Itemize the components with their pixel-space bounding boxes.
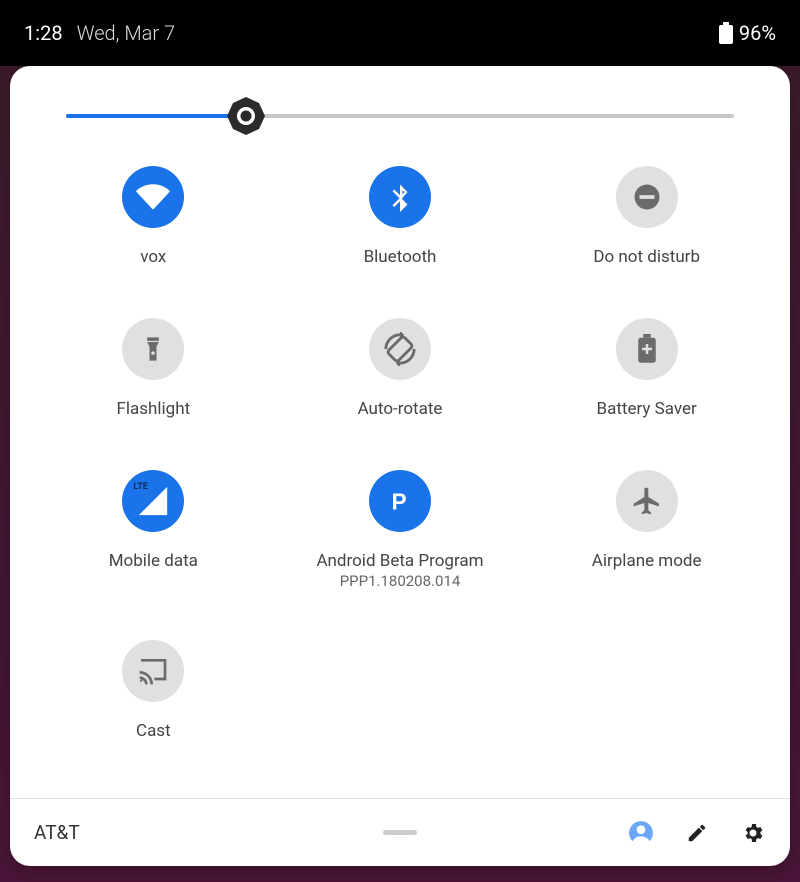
user-icon[interactable] bbox=[628, 820, 654, 846]
tile-label: Android Beta Program bbox=[316, 550, 483, 572]
tile-label: Airplane mode bbox=[592, 550, 702, 572]
wifi-icon bbox=[122, 166, 184, 228]
battery-percent: 96% bbox=[739, 21, 776, 45]
brightness-fill bbox=[66, 114, 246, 118]
dnd-icon bbox=[616, 166, 678, 228]
settings-icon[interactable] bbox=[740, 820, 766, 846]
drag-handle[interactable] bbox=[383, 830, 417, 835]
tile-label: Auto-rotate bbox=[358, 398, 443, 420]
brightness-thumb[interactable] bbox=[225, 95, 267, 137]
qs-tiles-grid: vox Bluetooth Do not disturb Flashlight bbox=[10, 146, 790, 742]
svg-text:P: P bbox=[391, 489, 406, 515]
tile-bluetooth[interactable]: Bluetooth bbox=[277, 166, 524, 268]
tile-cast[interactable]: Cast bbox=[30, 640, 277, 742]
status-date: Wed, Mar 7 bbox=[77, 21, 176, 45]
tile-label: Battery Saver bbox=[597, 398, 697, 420]
tile-label: Flashlight bbox=[117, 398, 191, 420]
flashlight-icon bbox=[122, 318, 184, 380]
status-time: 1:28 bbox=[24, 21, 63, 45]
brightness-track bbox=[66, 114, 734, 118]
bluetooth-icon bbox=[369, 166, 431, 228]
battery-saver-icon bbox=[616, 318, 678, 380]
tile-label: vox bbox=[140, 246, 166, 268]
tile-label: Bluetooth bbox=[364, 246, 437, 268]
tile-label: Mobile data bbox=[109, 550, 198, 572]
carrier-label: AT&T bbox=[34, 821, 80, 844]
tile-label: Do not disturb bbox=[593, 246, 700, 268]
cast-icon bbox=[122, 640, 184, 702]
tile-mobile-data[interactable]: LTE Mobile data bbox=[30, 470, 277, 590]
tile-wifi[interactable]: vox bbox=[30, 166, 277, 268]
edit-icon[interactable] bbox=[684, 820, 710, 846]
tile-dnd[interactable]: Do not disturb bbox=[523, 166, 770, 268]
tile-flashlight[interactable]: Flashlight bbox=[30, 318, 277, 420]
tile-autorotate[interactable]: Auto-rotate bbox=[277, 318, 524, 420]
android-beta-icon: P bbox=[369, 470, 431, 532]
tile-android-beta[interactable]: P Android Beta Program PPP1.180208.014 bbox=[277, 470, 524, 590]
tile-airplane[interactable]: Airplane mode bbox=[523, 470, 770, 590]
tile-sublabel: PPP1.180208.014 bbox=[340, 572, 461, 590]
tile-battery-saver[interactable]: Battery Saver bbox=[523, 318, 770, 420]
mobile-data-icon: LTE bbox=[122, 470, 184, 532]
brightness-slider[interactable] bbox=[10, 86, 790, 146]
battery-indicator: 96% bbox=[719, 21, 776, 45]
airplane-icon bbox=[616, 470, 678, 532]
tile-label: Cast bbox=[136, 720, 171, 742]
qs-footer: AT&T bbox=[10, 798, 790, 866]
status-bar: 1:28 Wed, Mar 7 96% bbox=[0, 0, 800, 66]
autorotate-icon bbox=[369, 318, 431, 380]
battery-icon bbox=[719, 22, 733, 44]
quick-settings-panel: vox Bluetooth Do not disturb Flashlight bbox=[10, 66, 790, 866]
